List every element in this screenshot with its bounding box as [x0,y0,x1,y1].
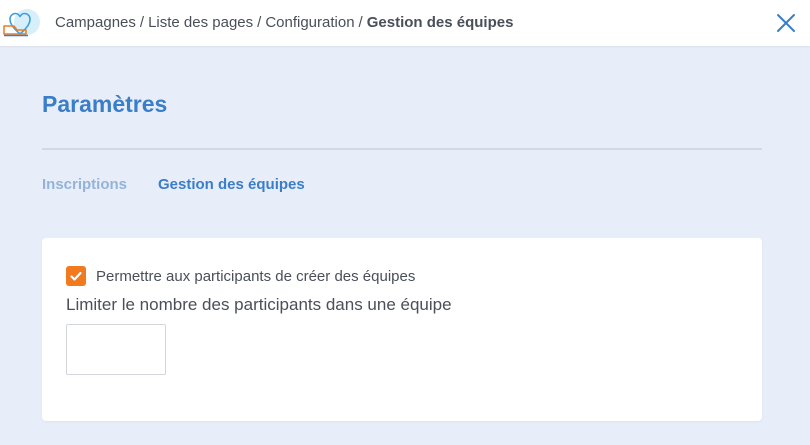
breadcrumb-item-liste-des-pages[interactable]: Liste des pages [148,14,253,31]
allow-teams-label: Permettre aux participants de créer des … [96,268,416,285]
breadcrumb-separator: / [257,14,262,31]
allow-teams-checkbox[interactable] [66,266,86,286]
breadcrumb-item-campagnes[interactable]: Campagnes [55,14,136,31]
tab-team-management[interactable]: Gestion des équipes [158,176,305,194]
divider [42,148,762,150]
breadcrumb: Campagnes / Liste des pages / Configuration /… [55,14,513,32]
tab-inscriptions[interactable]: Inscriptions [42,176,127,194]
breadcrumb-separator: / [358,14,363,31]
close-icon[interactable] [774,11,798,35]
check-icon [70,271,82,281]
breadcrumb-current: Gestion des équipes [366,14,514,31]
team-limit-input[interactable] [66,324,166,375]
heart-logo-icon[interactable] [2,7,40,39]
top-bar: Campagnes / Liste des pages / Configuration /… [0,0,810,46]
breadcrumb-item-configuration[interactable]: Configuration [265,14,354,31]
page-title: Paramètres [42,91,168,117]
breadcrumb-separator: / [139,14,145,31]
team-settings-card: Permettre aux participants de créer des … [42,238,762,421]
team-limit-label: Limiter le nombre des participants dans … [66,295,452,314]
